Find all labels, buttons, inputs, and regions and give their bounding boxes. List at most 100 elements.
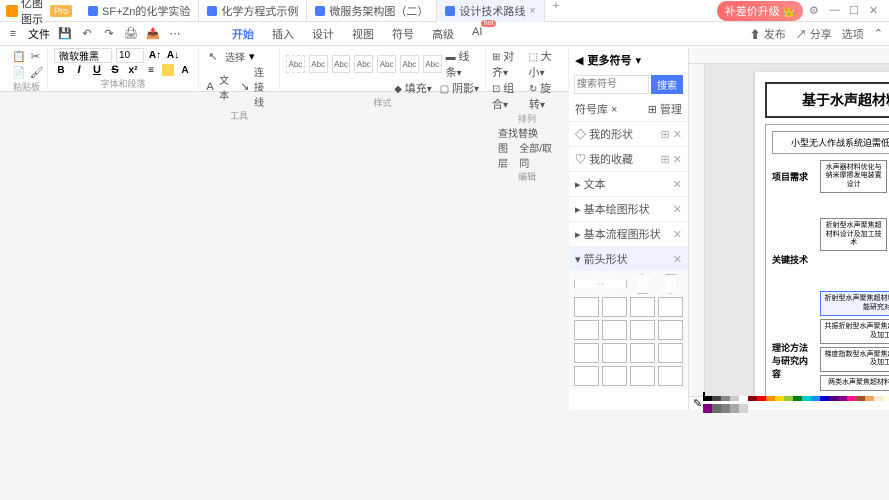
symbol-search-button[interactable]: 搜索 <box>651 75 683 94</box>
arrow-shape[interactable] <box>658 297 683 317</box>
color-swatch[interactable] <box>721 404 730 413</box>
arrow-shape[interactable] <box>658 274 683 294</box>
style-preset-1[interactable]: Abc <box>309 55 328 73</box>
arrow-shape[interactable] <box>574 274 599 294</box>
cat-myshapes[interactable]: ◇ 我的形状 <box>575 126 633 142</box>
format-painter-icon[interactable]: 🖌 <box>30 64 44 80</box>
rotate-menu[interactable]: ↻ 旋转▾ <box>529 80 562 112</box>
font-family-select[interactable] <box>54 48 112 63</box>
menu-start[interactable]: 开始 <box>232 26 254 42</box>
color-swatch[interactable] <box>730 404 739 413</box>
file-menu[interactable]: 文件 <box>28 26 50 42</box>
find-replace-button[interactable]: 查找替换 <box>498 125 538 140</box>
label-req[interactable]: 项目需求 <box>772 170 816 183</box>
menu-advanced[interactable]: 高级 <box>432 26 454 42</box>
arrow-shape[interactable] <box>602 320 627 340</box>
strike-button[interactable]: S <box>108 63 122 77</box>
arrow-shape[interactable] <box>630 274 655 294</box>
options-button[interactable]: 选项 <box>842 26 864 42</box>
style-preset-2[interactable]: Abc <box>332 55 351 73</box>
style-preset-4[interactable]: Abc <box>377 55 396 73</box>
shadow-menu[interactable]: ▢ 阴影▾ <box>440 80 479 96</box>
arrow-shape[interactable] <box>602 343 627 363</box>
eyedropper-icon[interactable]: ✎ <box>693 397 702 410</box>
menu-ai[interactable]: AIhot <box>472 26 482 42</box>
canvas[interactable]: 基于水声超材料的纳米摩擦发电水听器设计 小型无人作战系统迫需低频、轻量化、低功耗… <box>705 64 889 396</box>
publish-button[interactable]: ⬆ 发布 <box>750 26 786 42</box>
cut-icon[interactable]: ✂ <box>30 48 41 64</box>
style-preset-5[interactable]: Abc <box>400 55 419 73</box>
color-swatch[interactable] <box>703 404 712 413</box>
minimize-icon[interactable]: — <box>829 4 843 18</box>
print-icon[interactable]: 🖨 <box>124 27 138 41</box>
cat-favorites[interactable]: ♡ 我的收藏 <box>575 151 633 167</box>
arrow-shape[interactable] <box>574 297 599 317</box>
undo-icon[interactable]: ↶ <box>80 27 94 41</box>
tab-3[interactable]: 设计技术路线× <box>437 0 544 22</box>
superscript-button[interactable]: x² <box>126 63 140 77</box>
paste-icon[interactable]: 📋 <box>12 48 26 64</box>
arrow-shape[interactable] <box>602 297 627 317</box>
arrow-shape[interactable] <box>574 343 599 363</box>
tab-1[interactable]: 化学方程式示例 <box>199 0 307 22</box>
col1-item[interactable]: 梯度指数型水声聚焦超材料结构设计及加工 <box>820 347 889 372</box>
group-menu[interactable]: ⊡ 组合▾ <box>492 80 525 112</box>
menu-view[interactable]: 视图 <box>352 26 374 42</box>
underline-button[interactable]: U <box>90 63 104 77</box>
save-icon[interactable]: 💾 <box>58 27 72 41</box>
italic-button[interactable]: I <box>72 63 86 77</box>
menu-symbol[interactable]: 符号 <box>392 26 414 42</box>
collapse-ribbon-icon[interactable]: ⌃ <box>874 27 883 40</box>
layer-button[interactable]: 图层 <box>498 140 515 170</box>
tab-0[interactable]: SF+Zn的化学实验 <box>80 0 199 22</box>
fill-menu[interactable]: ◆ 填充▾ <box>394 80 432 96</box>
label-tech[interactable]: 关键技术 <box>772 253 816 266</box>
arrow-shape[interactable] <box>574 320 599 340</box>
upgrade-button[interactable]: 补差价升级 👑 <box>717 1 803 21</box>
cat-text[interactable]: ▸ 文本 <box>575 176 606 192</box>
bold-button[interactable]: B <box>54 63 68 77</box>
down-arrow-icon[interactable]: ⬇ <box>772 199 889 216</box>
style-preset-6[interactable]: Abc <box>423 55 442 73</box>
style-preset-3[interactable]: Abc <box>354 55 373 73</box>
down-arrow-icon[interactable]: ⬇ <box>772 272 889 289</box>
arrow-shape[interactable] <box>658 320 683 340</box>
arrow-shape[interactable] <box>658 343 683 363</box>
share-button[interactable]: ↗ 分享 <box>796 26 832 42</box>
arrow-shape[interactable] <box>630 320 655 340</box>
cat-arrows[interactable]: ▾ 箭头形状 <box>575 251 628 267</box>
col1-item[interactable]: 两类水声聚焦超材料性能研制对比 <box>820 375 889 391</box>
arrow-shape[interactable] <box>658 366 683 386</box>
size-menu[interactable]: ⬚ 大小▾ <box>529 48 562 80</box>
close-icon[interactable]: ✕ <box>869 4 883 18</box>
export-icon[interactable]: 📤 <box>146 27 160 41</box>
cat-basic-draw[interactable]: ▸ 基本绘图形状 <box>575 201 650 217</box>
maximize-icon[interactable]: ☐ <box>849 4 863 18</box>
manage-button[interactable]: ⊞ 管理 <box>648 101 682 117</box>
req-box[interactable]: 水声器材料优化与纳米摩擦发电装置设计 <box>820 160 887 193</box>
key-box[interactable]: 折射型水声聚焦超材料设计及加工技术 <box>820 218 887 251</box>
cat-flowchart[interactable]: ▸ 基本流程图形状 <box>575 226 661 242</box>
arrow-shape[interactable] <box>630 366 655 386</box>
color-swatch[interactable] <box>739 404 748 413</box>
connector-tool-icon[interactable]: ↘ <box>240 79 250 95</box>
color-swatch[interactable] <box>712 404 721 413</box>
select-tool-icon[interactable]: ↖ <box>205 48 221 64</box>
close-tab-icon[interactable]: × <box>529 5 535 17</box>
bullet-icon[interactable]: ≡ <box>144 63 158 77</box>
col1-head[interactable]: 折射型水声聚焦超材料结构设计及性能研究对比 <box>820 291 889 316</box>
diagram-title[interactable]: 基于水声超材料的纳米摩擦发电水听器设计 <box>765 82 889 118</box>
font-size-select[interactable] <box>116 48 144 63</box>
label-theory[interactable]: 理论方法与研究内容 <box>772 341 816 380</box>
arrow-shape[interactable] <box>574 366 599 386</box>
text-tool-icon[interactable]: A <box>205 79 215 95</box>
align-menu[interactable]: ⊞ 对齐▾ <box>492 48 525 80</box>
font-color-icon[interactable]: A <box>178 63 192 77</box>
diagram-page[interactable]: 基于水声超材料的纳米摩擦发电水听器设计 小型无人作战系统迫需低频、轻量化、低功耗… <box>755 72 889 396</box>
style-preset-0[interactable]: Abc <box>286 55 305 73</box>
menu-design[interactable]: 设计 <box>312 26 334 42</box>
highlight-icon[interactable] <box>162 64 174 76</box>
line-style-menu[interactable]: ▬ 线条▾ <box>446 48 479 80</box>
arrow-shape[interactable] <box>602 274 627 294</box>
menu-insert[interactable]: 插入 <box>272 26 294 42</box>
